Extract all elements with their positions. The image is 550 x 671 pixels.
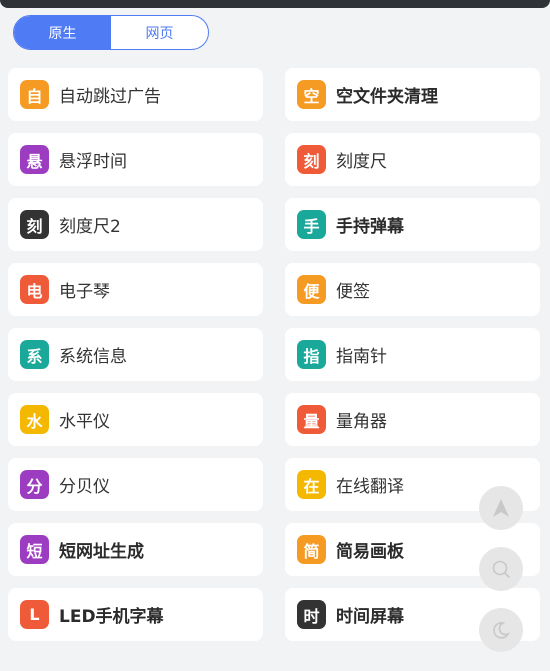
tab-native[interactable]: 原生 xyxy=(14,16,111,49)
tool-icon: 刻 xyxy=(20,210,49,239)
tool-icon: 手 xyxy=(297,210,326,239)
tool-label: 短网址生成 xyxy=(59,542,144,562)
tool-icon: L xyxy=(20,600,49,629)
tool-icon: 电 xyxy=(20,275,49,304)
tool-label: 水平仪 xyxy=(59,412,110,432)
tool-label: 电子琴 xyxy=(59,282,110,302)
tool-icon: 自 xyxy=(20,80,49,109)
tool-icon: 短 xyxy=(20,535,49,564)
tool-icon: 分 xyxy=(20,470,49,499)
search-button[interactable] xyxy=(479,547,523,591)
tool-card[interactable]: 水水平仪 xyxy=(8,393,263,446)
tool-label: 分贝仪 xyxy=(59,477,110,497)
tool-icon: 空 xyxy=(297,80,326,109)
tool-label: 刻度尺 xyxy=(336,152,387,172)
tool-icon: 系 xyxy=(20,340,49,369)
tool-label: 系统信息 xyxy=(59,347,127,367)
tool-card[interactable]: 短短网址生成 xyxy=(8,523,263,576)
tool-card[interactable]: L LED手机字幕 xyxy=(8,588,263,641)
tool-label: 刻度尺2 xyxy=(59,217,121,237)
tab-web[interactable]: 网页 xyxy=(111,16,208,49)
tool-label: 指南针 xyxy=(336,347,387,367)
tool-card[interactable]: 自自动跳过广告 xyxy=(8,68,263,121)
tool-card[interactable]: 分分贝仪 xyxy=(8,458,263,511)
tool-icon: 悬 xyxy=(20,145,49,174)
tool-icon: 指 xyxy=(297,340,326,369)
top-bar xyxy=(0,0,550,8)
tool-label: 手持弹幕 xyxy=(336,217,404,237)
tool-icon: 便 xyxy=(297,275,326,304)
tool-card[interactable]: 刻刻度尺 xyxy=(285,133,540,186)
tool-label: 时间屏幕 xyxy=(336,607,404,627)
night-mode-button[interactable] xyxy=(479,608,523,652)
tool-card[interactable]: 指指南针 xyxy=(285,328,540,381)
tool-card[interactable]: 悬悬浮时间 xyxy=(8,133,263,186)
search-icon xyxy=(492,560,510,578)
scroll-top-icon xyxy=(493,499,509,517)
tool-label: 自动跳过广告 xyxy=(59,87,161,107)
scroll-top-button[interactable] xyxy=(479,486,523,530)
tool-label: LED手机字幕 xyxy=(59,607,164,627)
tab-switcher: 原生 网页 xyxy=(13,15,209,50)
tool-label: 空文件夹清理 xyxy=(336,87,438,107)
tool-label: 量角器 xyxy=(336,412,387,432)
tool-card[interactable]: 便便签 xyxy=(285,263,540,316)
tool-icon: 刻 xyxy=(297,145,326,174)
tool-card[interactable]: 手手持弹幕 xyxy=(285,198,540,251)
tool-card[interactable]: 空空文件夹清理 xyxy=(285,68,540,121)
tool-label: 简易画板 xyxy=(336,542,404,562)
tool-card[interactable]: 电电子琴 xyxy=(8,263,263,316)
tool-icon: 水 xyxy=(20,405,49,434)
tool-card[interactable]: 系系统信息 xyxy=(8,328,263,381)
tool-label: 便签 xyxy=(336,282,370,302)
tool-icon: 在 xyxy=(297,470,326,499)
tool-label: 在线翻译 xyxy=(336,477,404,497)
tool-card[interactable]: 量量角器 xyxy=(285,393,540,446)
tool-icon: 时 xyxy=(297,600,326,629)
tool-icon: 量 xyxy=(297,405,326,434)
tool-card[interactable]: 刻刻度尺2 xyxy=(8,198,263,251)
tool-label: 悬浮时间 xyxy=(59,152,127,172)
tool-icon: 简 xyxy=(297,535,326,564)
night-mode-icon xyxy=(493,622,510,639)
